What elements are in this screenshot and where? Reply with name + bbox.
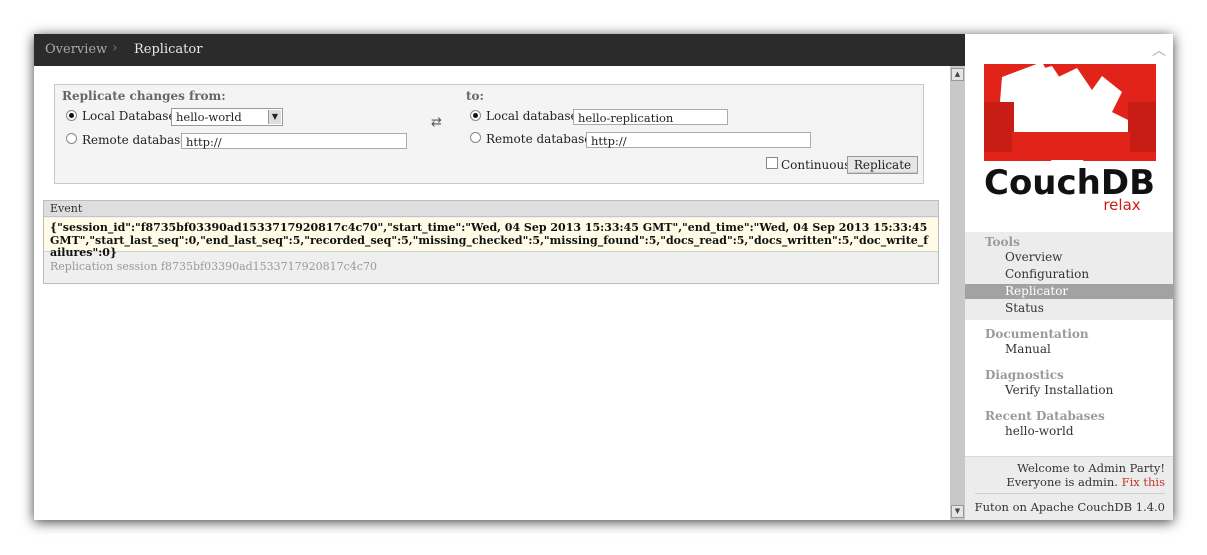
breadcrumb: Overview › Replicator	[34, 34, 965, 66]
scroll-up-icon[interactable]: ▲	[951, 68, 964, 81]
couchdb-logo: CouchDB relax	[982, 62, 1160, 214]
sidebar-item-status[interactable]: Status	[965, 301, 1173, 316]
sidebar-item-label: Replicator	[1005, 284, 1069, 298]
swap-icon[interactable]: ⇄	[431, 115, 442, 130]
continuous-checkbox[interactable]	[766, 157, 778, 169]
breadcrumb-separator-icon: ›	[112, 40, 118, 56]
remote-db-to-input[interactable]: http://	[586, 132, 811, 148]
sidebar-item-label: Verify Installation	[1005, 383, 1114, 397]
local-db-from-radio[interactable]	[66, 110, 77, 121]
collapse-sidebar-icon[interactable]: ︿	[1152, 40, 1166, 60]
local-db-from-select[interactable]: hello-world ▼	[171, 108, 283, 126]
recent-databases-heading: Recent Databases	[985, 409, 1105, 423]
sidebar-item-replicator[interactable]: Replicator	[965, 284, 1173, 299]
sidebar-item-manual[interactable]: Manual	[965, 342, 1173, 357]
svg-text:relax: relax	[1103, 196, 1140, 214]
diagnostics-heading: Diagnostics	[985, 368, 1064, 382]
event-row: {"session_id":"f8735bf03390ad15337179208…	[44, 218, 938, 259]
futon-window: Overview › Replicator Replicate changes …	[34, 34, 1173, 520]
sidebar-item-label: Overview	[1005, 250, 1063, 264]
remote-db-to-label: Remote database:	[486, 132, 596, 146]
local-db-from-label: Local Database:	[82, 109, 180, 123]
version-text: Futon on Apache CouchDB 1.4.0	[974, 500, 1165, 514]
documentation-heading: Documentation	[985, 327, 1089, 341]
vertical-scrollbar[interactable]: ▲ ▼	[950, 66, 965, 520]
replicate-button[interactable]: Replicate	[847, 156, 918, 174]
sidebar: ︿ CouchDB relax Tools Overview Configura…	[965, 34, 1173, 520]
sidebar-item-label: Status	[1005, 301, 1044, 315]
sidebar-item-hello-world[interactable]: hello-world	[965, 424, 1173, 439]
fix-this-link[interactable]: Fix this	[1122, 475, 1165, 489]
remote-db-from-label: Remote database:	[82, 133, 192, 147]
local-db-to-label: Local database:	[486, 109, 582, 123]
events-table: Event {"session_id":"f8735bf03390ad15337…	[43, 200, 939, 284]
chevron-down-icon: ▼	[268, 110, 281, 124]
sidebar-item-label: hello-world	[1005, 424, 1074, 438]
sidebar-nav: Tools Overview Configuration Replicator …	[965, 232, 1173, 456]
sidebar-item-verify-installation[interactable]: Verify Installation	[965, 383, 1173, 398]
welcome-message: Welcome to Admin Party! Everyone is admi…	[1006, 461, 1165, 489]
sidebar-item-label: Manual	[1005, 342, 1051, 356]
tools-section: Tools Overview Configuration Replicator …	[965, 232, 1173, 320]
scroll-down-icon[interactable]: ▼	[951, 505, 964, 518]
main-content: Replicate changes from: Local Database: …	[34, 66, 950, 520]
breadcrumb-overview-link[interactable]: Overview	[45, 42, 107, 57]
remote-db-from-radio[interactable]	[66, 133, 77, 144]
sidebar-item-label: Configuration	[1005, 267, 1090, 281]
continuous-label: Continuous	[781, 158, 851, 172]
local-db-to-input[interactable]: hello-replication	[573, 109, 728, 125]
replicate-form: Replicate changes from: Local Database: …	[54, 84, 924, 184]
sidebar-item-configuration[interactable]: Configuration	[965, 267, 1173, 282]
local-db-from-value: hello-world	[176, 110, 242, 124]
sidebar-footer: Welcome to Admin Party! Everyone is admi…	[965, 456, 1173, 520]
sidebar-item-overview[interactable]: Overview	[965, 250, 1173, 265]
welcome-line1: Welcome to Admin Party!	[1017, 461, 1165, 475]
to-heading: to:	[466, 89, 484, 103]
replication-session-text: Replication session f8735bf03390ad153371…	[50, 260, 377, 273]
welcome-line2: Everyone is admin.	[1006, 475, 1118, 489]
footer-divider	[975, 493, 1165, 494]
events-header: Event	[44, 201, 938, 217]
breadcrumb-current: Replicator	[134, 42, 203, 57]
tools-heading: Tools	[985, 235, 1020, 249]
from-heading: Replicate changes from:	[62, 89, 226, 103]
remote-db-from-input[interactable]: http://	[181, 133, 407, 149]
remote-db-to-radio[interactable]	[470, 132, 481, 143]
local-db-to-radio[interactable]	[470, 110, 481, 121]
